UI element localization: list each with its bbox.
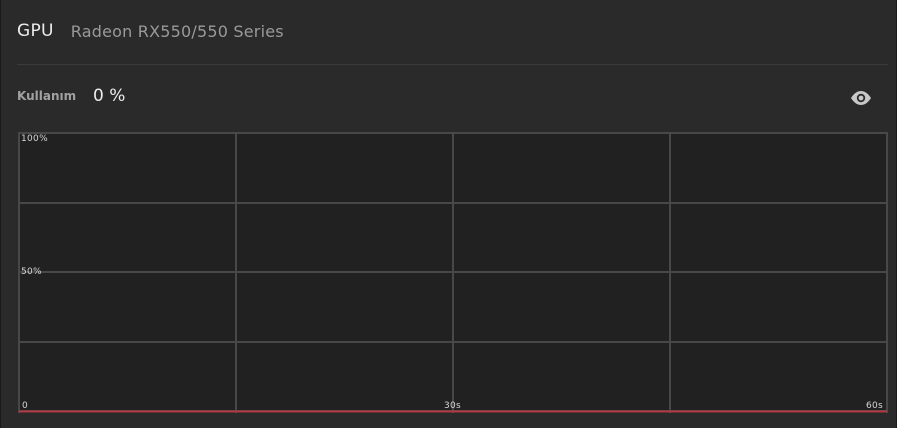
x-tick-label-60s: 60s	[866, 401, 884, 411]
header-divider	[17, 64, 888, 65]
x-tick-label-30s: 30s	[444, 401, 462, 411]
gpu-model-name: Radeon RX550/550 Series	[70, 21, 284, 41]
x-tick-label-0: 0	[22, 401, 29, 411]
y-tick-label-100: 100%	[21, 134, 48, 144]
usage-chart-plot	[18, 132, 888, 413]
panel-title: GPU	[17, 21, 54, 41]
usage-label: Kullanım	[17, 89, 77, 103]
panel-header: GPU Radeon RX550/550 Series	[17, 18, 284, 44]
gpu-panel: GPU Radeon RX550/550 Series Kullanım 0 %…	[0, 0, 897, 428]
y-tick-label-50: 50%	[21, 267, 42, 277]
usage-value: 0 %	[93, 86, 126, 106]
usage-chart: 100% 50% 0 30s 60s	[18, 132, 888, 413]
eye-icon[interactable]	[850, 89, 872, 107]
